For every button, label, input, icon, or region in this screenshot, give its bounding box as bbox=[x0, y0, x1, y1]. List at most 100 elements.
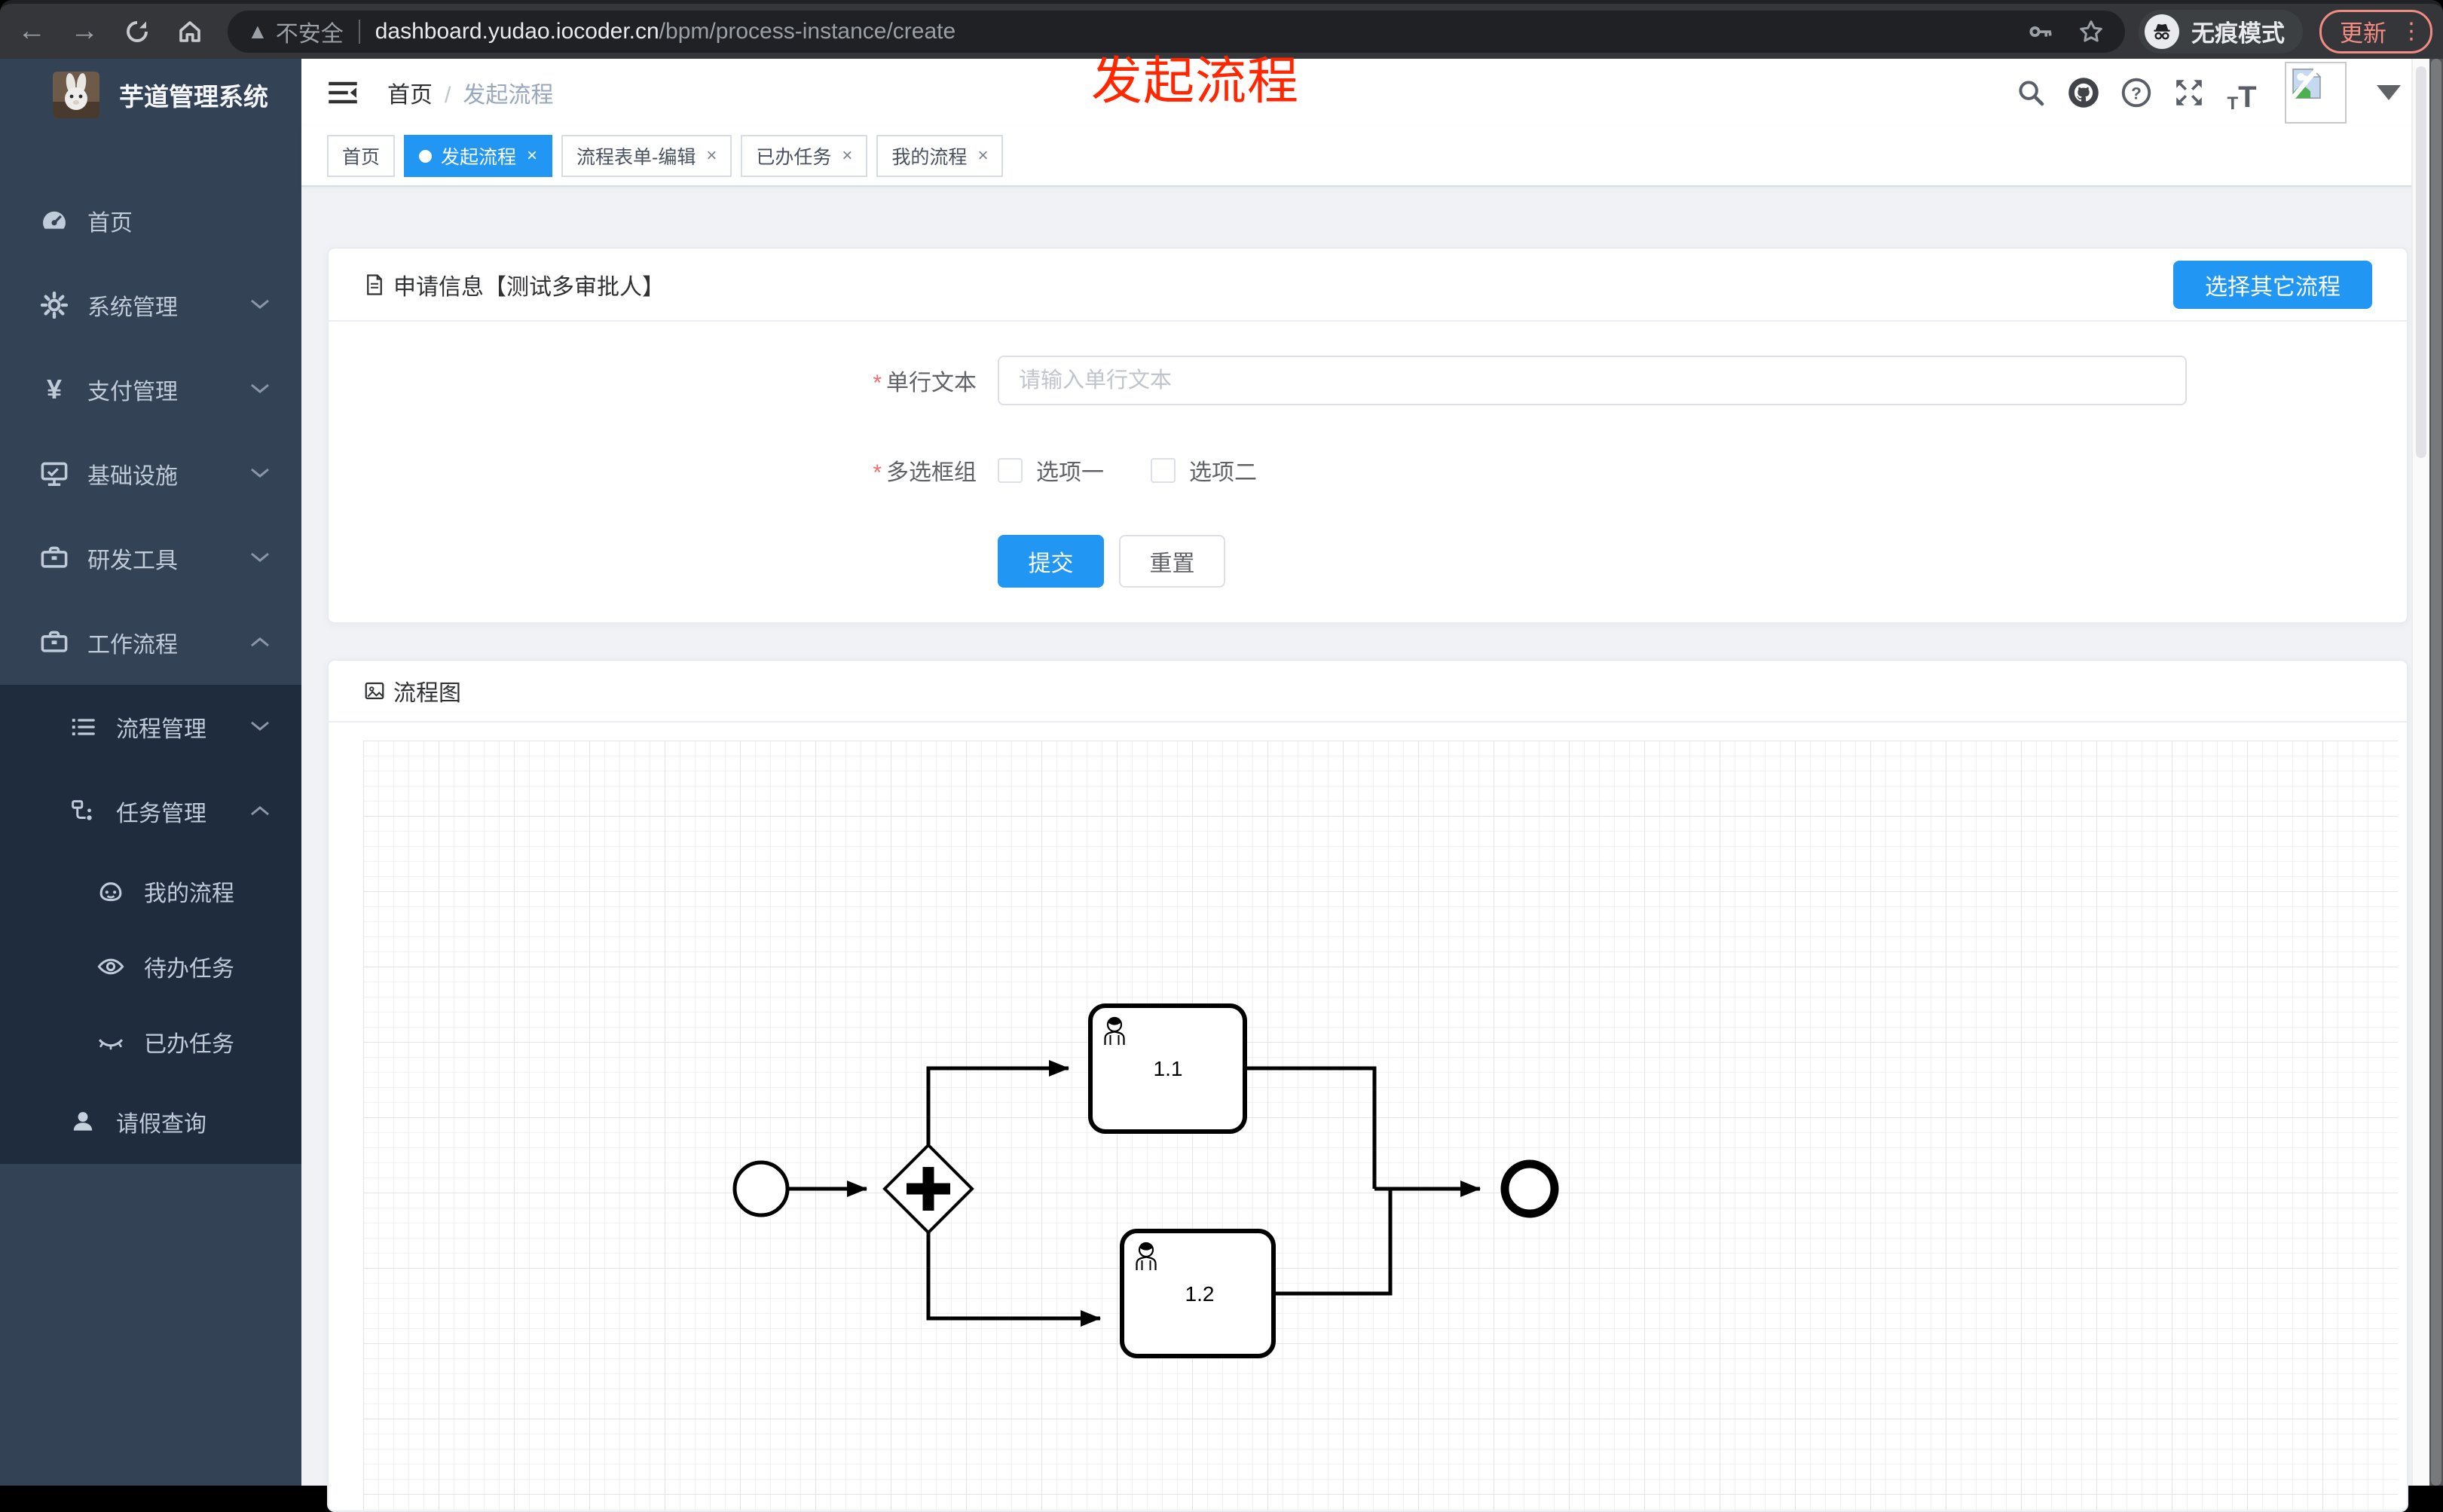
eye-closed-icon bbox=[94, 1028, 127, 1056]
tab-label: 首页 bbox=[342, 147, 381, 168]
dashboard-icon bbox=[38, 206, 71, 235]
close-icon[interactable]: × bbox=[842, 145, 852, 166]
user-icon bbox=[66, 1108, 99, 1135]
sidebar-item-dev-tools[interactable]: 研发工具 bbox=[0, 516, 301, 600]
checkbox-option-1[interactable]: 选项一 bbox=[998, 454, 1104, 487]
incognito-label: 无痕模式 bbox=[2191, 20, 2285, 47]
sidebar-logo[interactable]: 芋道管理系统 bbox=[0, 59, 301, 120]
reset-button[interactable]: 重置 bbox=[1119, 535, 1225, 588]
sidebar-item-home[interactable]: 首页 bbox=[0, 179, 301, 263]
omnibox-divider bbox=[358, 19, 360, 44]
reload-button[interactable] bbox=[116, 11, 158, 53]
edge-task2-join bbox=[1273, 1189, 1393, 1296]
avatar[interactable] bbox=[2285, 62, 2347, 124]
font-size-icon[interactable]: TT bbox=[2220, 71, 2264, 115]
fullscreen-icon[interactable] bbox=[2167, 71, 2211, 115]
chrome-update-button[interactable]: 更新 ⋮ bbox=[2319, 9, 2432, 53]
sidebar-item-workflow[interactable]: 工作流程 bbox=[0, 600, 301, 685]
sidebar-item-system[interactable]: 系统管理 bbox=[0, 263, 301, 347]
sidebar-item-done-tasks[interactable]: 已办任务 bbox=[0, 1004, 301, 1080]
breadcrumb-home[interactable]: 首页 bbox=[387, 83, 433, 108]
chevron-down-icon bbox=[249, 551, 271, 564]
process-form: *单行文本 *多选框组 选项一 选项二 bbox=[329, 322, 2407, 588]
tab-done-tasks[interactable]: 已办任务 × bbox=[741, 135, 868, 177]
sidebar-item-label: 任务管理 bbox=[116, 802, 206, 826]
help-icon[interactable]: ? bbox=[2114, 71, 2158, 115]
close-icon[interactable]: × bbox=[977, 145, 988, 166]
edge-gateway-task1 bbox=[926, 1060, 1069, 1147]
end-event-node bbox=[1500, 1159, 1559, 1218]
close-icon[interactable]: × bbox=[527, 145, 537, 166]
toolbox-icon bbox=[38, 628, 71, 657]
start-event-node bbox=[732, 1160, 790, 1217]
sidebar-item-infrastructure[interactable]: 基础设施 bbox=[0, 432, 301, 516]
checkbox-icon[interactable] bbox=[1151, 457, 1176, 483]
app-title: 芋道管理系统 bbox=[119, 82, 268, 111]
single-line-text-input[interactable] bbox=[998, 356, 2187, 405]
back-button[interactable]: ← bbox=[11, 11, 53, 53]
sidebar-item-process-mgmt[interactable]: 流程管理 bbox=[0, 685, 301, 769]
form-row-actions: 提交 重置 bbox=[329, 535, 2407, 588]
search-button[interactable] bbox=[2009, 71, 2053, 115]
tab-my-process[interactable]: 我的流程 × bbox=[876, 135, 1004, 177]
checkbox-option-2[interactable]: 选项二 bbox=[1151, 454, 1257, 487]
incognito-badge: 无痕模式 bbox=[2139, 9, 2303, 53]
field-label: * 单行文本 bbox=[873, 371, 977, 396]
sidebar-item-todo-tasks[interactable]: 待办任务 bbox=[0, 929, 301, 1004]
home-button[interactable] bbox=[169, 11, 211, 53]
sidebar-item-task-mgmt[interactable]: 任务管理 bbox=[0, 769, 301, 854]
document-icon bbox=[367, 273, 382, 295]
form-row-checkbox-group: * 多选框组 选项一 选项二 bbox=[329, 454, 2407, 487]
tab-home[interactable]: 首页 bbox=[327, 135, 396, 177]
tab-label: 流程表单-编辑 bbox=[576, 147, 696, 168]
reload-icon bbox=[127, 20, 148, 42]
window-scrollbar-thumb[interactable] bbox=[2431, 59, 2441, 1486]
chrome-menu-icon[interactable]: ⋮ bbox=[2400, 18, 2423, 44]
password-key-icon[interactable] bbox=[2027, 18, 2054, 45]
tags-view-bar: 首页 发起流程 × 流程表单-编辑 × 已办任务 × 我的流程 × bbox=[301, 127, 2443, 187]
page-scrollbar[interactable] bbox=[2411, 59, 2429, 1486]
field-label: * 多选框组 bbox=[873, 460, 977, 485]
diagram-card-title: 流程图 bbox=[393, 681, 461, 706]
checkbox-label: 选项二 bbox=[1189, 460, 1257, 485]
sidebar-item-label: 研发工具 bbox=[87, 548, 178, 573]
url-host: dashboard.yudao.iocoder.cn bbox=[375, 18, 659, 44]
form-row-text: * 单行文本 bbox=[329, 356, 2407, 405]
chevron-up-icon bbox=[249, 635, 271, 649]
form-card-title: 申请信息【测试多审批人】 bbox=[393, 274, 665, 300]
sidebar: 芋道管理系统 首页 系统管理 ¥ 支付管理 基础设施 研发工具 工作流程 流程管… bbox=[0, 59, 301, 1486]
checkbox-icon[interactable] bbox=[998, 457, 1023, 483]
forward-button[interactable]: → bbox=[63, 11, 105, 53]
github-icon[interactable] bbox=[2062, 71, 2105, 115]
bookmark-star-icon[interactable] bbox=[2077, 17, 2105, 46]
close-icon[interactable]: × bbox=[706, 145, 717, 166]
submit-button[interactable]: 提交 bbox=[998, 535, 1104, 588]
tab-form-edit[interactable]: 流程表单-编辑 × bbox=[561, 135, 732, 177]
choose-other-process-button[interactable]: 选择其它流程 bbox=[2173, 261, 2372, 309]
gear-icon bbox=[38, 292, 71, 319]
url-text[interactable]: dashboard.yudao.iocoder.cn/bpm/process-i… bbox=[375, 19, 955, 44]
tab-start-process[interactable]: 发起流程 × bbox=[404, 135, 553, 177]
sidebar-item-payment[interactable]: ¥ 支付管理 bbox=[0, 347, 301, 432]
chevron-down-icon bbox=[249, 466, 271, 480]
bpmn-canvas[interactable]: 1.1 1.2 bbox=[363, 741, 2398, 1510]
app-header: 首页 / 发起流程 ? T T bbox=[301, 59, 2443, 127]
sidebar-item-leave-query[interactable]: 请假查询 bbox=[0, 1080, 301, 1164]
edge-gateway-task2 bbox=[926, 1230, 1101, 1327]
sidebar-item-label: 待办任务 bbox=[144, 957, 234, 982]
face-icon bbox=[94, 878, 127, 905]
sidebar-collapse-button[interactable] bbox=[327, 77, 359, 108]
yen-icon: ¥ bbox=[46, 374, 63, 405]
checkbox-group: 选项一 选项二 bbox=[998, 454, 1257, 487]
tab-label: 已办任务 bbox=[756, 147, 832, 168]
svg-text:?: ? bbox=[2131, 84, 2142, 102]
tab-label: 我的流程 bbox=[891, 147, 968, 168]
chevron-down-icon bbox=[249, 719, 271, 733]
sidebar-item-my-process[interactable]: 我的流程 bbox=[0, 854, 301, 929]
security-warning-icon[interactable]: ▲ bbox=[247, 20, 268, 44]
breadcrumb: 首页 / 发起流程 bbox=[387, 76, 553, 109]
window-scrollbar[interactable] bbox=[2429, 59, 2443, 1486]
caret-down-icon[interactable] bbox=[2377, 85, 2401, 100]
page-scrollbar-thumb[interactable] bbox=[2416, 66, 2426, 458]
security-label[interactable]: 不安全 bbox=[276, 15, 344, 48]
